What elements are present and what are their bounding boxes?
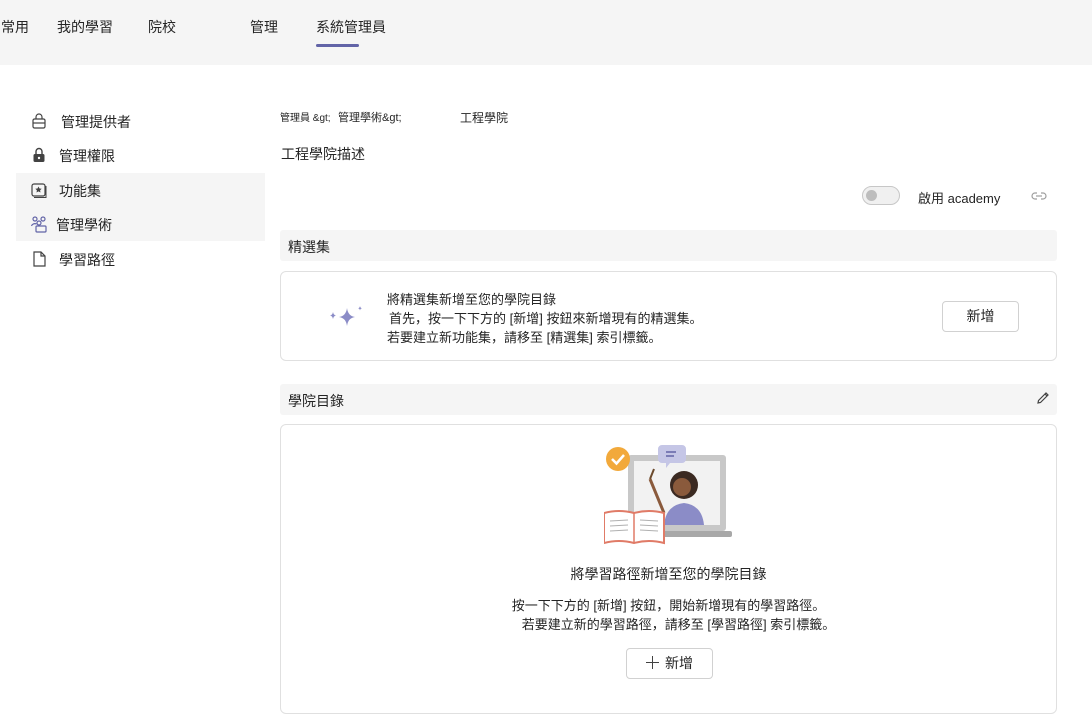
sidebar-item-providers[interactable]: 管理提供者 [16,104,265,138]
sparkle-icon [330,306,362,326]
document-icon [33,251,46,267]
tab-my-learning[interactable]: 我的學習 [57,17,113,37]
catalog-heading: 將學習路徑新增至您的學院目錄 [570,566,767,582]
breadcrumb-admin[interactable]: 管理員 &gt; [280,109,331,124]
featured-section-title: 精選集 [288,239,330,255]
lock-icon [33,147,45,162]
sidebar-item-label: 管理提供者 [61,114,131,130]
sidebar-item-learning-paths[interactable]: 學習路徑 [16,242,265,276]
add-featured-button-label: 新增 [966,308,995,324]
sidebar-item-label: 學習路徑 [59,252,115,268]
enable-academy-label: 啟用 academy [918,191,1001,206]
pencil-icon[interactable] [1035,390,1051,406]
top-nav: 常用 我的學習 院校 管理 系統管理員 [0,0,1092,65]
add-learning-path-button-label: 新增 [665,655,693,671]
breadcrumb-current: 工程學院 [460,111,509,125]
catalog-card: 將學習路徑新增至您的學院目錄 按一下下方的 [新增] 按鈕，開始新增現有的學習路… [280,424,1057,714]
catalog-section-header: 學院目錄 [280,384,1057,415]
tab-admin[interactable]: 系統管理員 [316,17,386,37]
sidebar-item-label: 管理權限 [59,148,115,164]
active-tab-indicator [316,44,359,47]
featured-line2: 若要建立新功能集，請移至 [精選集] 索引標籤。 [387,330,662,345]
breadcrumb-manage-academy[interactable]: 管理學術&gt; [338,109,402,125]
sidebar-item-feature-sets[interactable]: 功能集 [16,173,265,207]
provider-icon [32,113,46,129]
add-learning-path-button[interactable]: 新增 [626,648,713,679]
tab-academy[interactable]: 院校 [148,17,176,37]
catalog-line2: 若要建立新的學習路徑，請移至 [學習路徑] 索引標籤。 [521,617,836,632]
featured-heading: 將精選集新增至您的學院目錄 [387,292,557,307]
teacher-illustration [604,445,732,545]
toggle-knob [866,190,877,201]
enable-academy-toggle[interactable] [862,186,900,205]
catalog-line1: 按一下下方的 [新增] 按鈕，開始新增現有的學習路徑。 [511,598,826,613]
featured-section-header: 精選集 [280,230,1057,261]
tab-home[interactable]: 常用 [1,17,29,37]
sidebar-item-manage-academy[interactable]: 管理學術 [16,207,265,241]
featured-card: 將精選集新增至您的學院目錄 首先，按一下下方的 [新增] 按鈕來新增現有的精選集… [280,271,1057,361]
link-icon[interactable] [1030,189,1048,203]
sidebar-item-permissions[interactable]: 管理權限 [16,138,265,172]
add-featured-button[interactable]: 新增 [942,301,1019,332]
catalog-section-title: 學院目錄 [288,393,344,409]
plus-icon [646,656,659,669]
sidebar-item-label: 功能集 [59,183,101,199]
featured-line1: 首先，按一下下方的 [新增] 按鈕來新增現有的精選集。 [389,311,703,326]
people-icon [30,216,47,233]
tab-manage[interactable]: 管理 [250,17,278,37]
sidebar-item-label: 管理學術 [56,217,112,233]
feature-set-icon [31,183,47,198]
academy-description: 工程學院描述 [281,146,365,162]
